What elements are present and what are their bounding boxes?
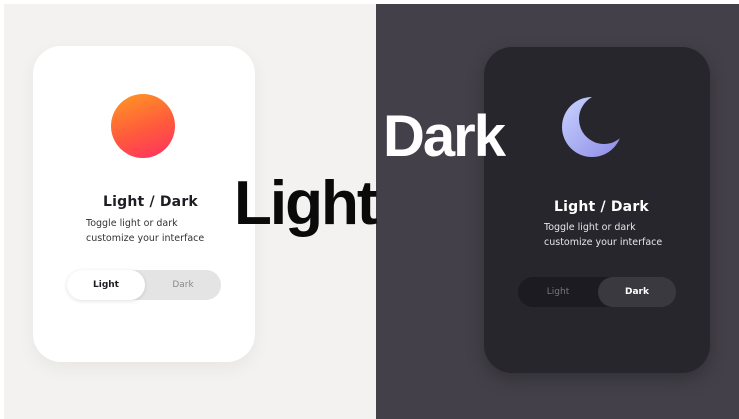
sun-icon xyxy=(111,94,175,158)
moon-icon xyxy=(562,97,622,157)
card-subtitle-line-2: customize your interface xyxy=(86,233,205,244)
card-title: Light / Dark xyxy=(103,194,198,210)
card-title: Light / Dark xyxy=(554,199,649,215)
toggle-option-light[interactable]: Light xyxy=(520,277,596,307)
light-big-label: Light xyxy=(234,169,377,238)
toggle-option-dark[interactable]: Dark xyxy=(598,277,676,307)
card-subtitle: Toggle light or dark customize your inte… xyxy=(544,220,662,250)
dark-big-label: Dark xyxy=(383,104,506,169)
dark-panel: Light / Dark Toggle light or dark custom… xyxy=(376,4,739,419)
card-subtitle-line-1: Toggle light or dark xyxy=(544,222,636,233)
card-subtitle-line-1: Toggle light or dark xyxy=(86,218,178,229)
card-subtitle: Toggle light or dark customize your inte… xyxy=(86,216,204,246)
theme-toggle[interactable]: Light Dark xyxy=(67,270,221,300)
theme-toggle[interactable]: Light Dark xyxy=(518,277,676,307)
toggle-option-light[interactable]: Light xyxy=(67,270,145,300)
card-subtitle-line-2: customize your interface xyxy=(544,237,663,248)
light-theme-card: Light / Dark Toggle light or dark custom… xyxy=(33,46,255,362)
toggle-option-dark[interactable]: Dark xyxy=(145,270,221,300)
dark-theme-card: Light / Dark Toggle light or dark custom… xyxy=(484,47,710,373)
